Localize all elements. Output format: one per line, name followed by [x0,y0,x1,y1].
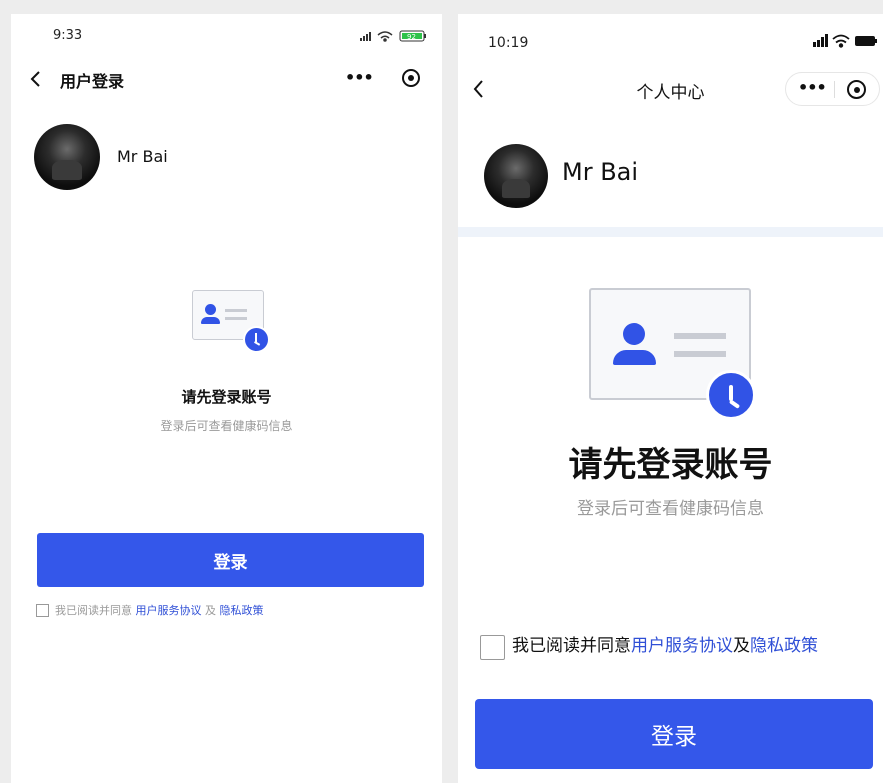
agreement-prefix: 我已阅读并同意 [512,636,631,656]
agreement-and: 及 [205,604,216,617]
user-name: Mr Bai [117,147,168,166]
prompt-title: 请先登录账号 [181,388,272,406]
status-icons [813,34,877,48]
privacy-policy-link[interactable]: 隐私政策 [750,636,818,656]
clock-icon [706,370,756,420]
agreement-prefix: 我已阅读并同意 [55,604,132,617]
signal-icon [360,32,371,41]
wifi-icon [377,31,393,42]
more-dots-icon[interactable]: ••• [345,68,374,87]
user-service-agreement-link[interactable]: 用户服务协议 [631,636,733,656]
status-time: 10:19 [488,35,529,51]
signal-icon [813,34,828,47]
phone-screen-left: 9:33 92 用户登录 ••• Mr Bai 请先登录账号 登录后可查看健康码… [11,14,442,783]
agreement-text: 我已阅读并同意用户服务协议及隐私政策 [512,633,874,659]
agreement-text: 我已阅读并同意 用户服务协议 及 隐私政策 [55,602,264,618]
id-card-icon [589,288,759,422]
section-divider [458,227,883,237]
agreement-checkbox[interactable] [36,604,49,617]
clock-icon [243,326,270,353]
nav-title: 用户登录 [60,72,125,91]
prompt-subtitle: 登录后可查看健康码信息 [160,419,293,433]
agreement-checkbox[interactable] [480,635,505,660]
prompt-title: 请先登录账号 [568,445,773,485]
target-icon[interactable] [847,80,866,99]
id-card-icon [192,290,272,356]
more-dots-icon[interactable]: ••• [798,78,827,97]
wifi-icon [832,34,850,48]
login-button[interactable]: 登录 [475,699,873,769]
status-time: 9:33 [53,28,83,43]
avatar[interactable] [34,124,100,190]
capsule-menu: ••• [785,72,880,106]
battery-icon [855,36,877,46]
svg-text:92: 92 [407,33,416,41]
privacy-policy-link[interactable]: 隐私政策 [220,604,264,617]
target-icon[interactable] [402,69,420,87]
login-button[interactable]: 登录 [37,533,424,587]
back-chevron-icon[interactable] [29,70,41,88]
user-service-agreement-link[interactable]: 用户服务协议 [136,604,202,617]
prompt-subtitle: 登录后可查看健康码信息 [577,499,764,519]
agreement-and: 及 [733,636,750,656]
user-name: Mr Bai [562,158,639,186]
avatar[interactable] [484,144,548,208]
status-icons: 92 [360,30,426,42]
phone-screen-right: 10:19 个人中心 ••• Mr Bai 请先登录账号 登录后可查看健康码信息… [458,14,883,783]
